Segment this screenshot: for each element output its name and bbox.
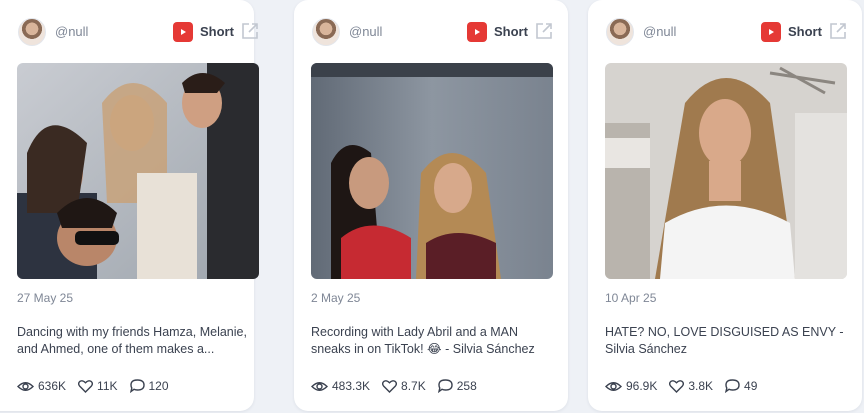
video-caption: HATE? NO, LOVE DISGUISED AS ENVY - Silvi…: [605, 325, 844, 356]
views-count: 636K: [38, 379, 67, 393]
card-header: @null Short: [294, 18, 568, 48]
youtube-icon: [467, 22, 487, 42]
likes-count: 8.7K: [401, 379, 426, 393]
video-card[interactable]: @null Short 2 May 25 Recording with Lady…: [294, 0, 568, 411]
stats-row: 96.9K 3.8K 49: [605, 377, 769, 395]
external-link-icon[interactable]: [534, 21, 554, 41]
video-thumbnail[interactable]: [311, 63, 553, 279]
likes-stat: 11K: [78, 379, 118, 393]
post-date: 10 Apr 25: [605, 291, 657, 305]
likes-count: 3.8K: [688, 379, 714, 393]
views-stat: 96.9K: [605, 379, 657, 393]
stats-row: 483.3K 8.7K 258: [311, 377, 489, 395]
avatar[interactable]: [312, 18, 340, 46]
views-stat: 636K: [17, 379, 66, 393]
video-card[interactable]: @null Short 27 May 25 Dancing with my fr…: [0, 0, 259, 411]
comments-count: 258: [456, 379, 477, 393]
platform-label: Short: [200, 24, 234, 39]
avatar[interactable]: [606, 18, 634, 46]
comment-icon: [725, 379, 740, 393]
external-link-icon[interactable]: [240, 21, 260, 41]
comments-count: 120: [148, 379, 169, 393]
heart-icon: [669, 379, 685, 393]
comments-count: 49: [744, 379, 758, 393]
heart-icon: [78, 379, 94, 393]
views-stat: 483.3K: [311, 379, 370, 393]
heart-icon: [382, 379, 398, 393]
eye-icon: [311, 381, 328, 391]
comments-stat: 258: [437, 379, 477, 393]
comments-stat: 49: [725, 379, 757, 393]
creator-handle[interactable]: @null: [55, 24, 88, 39]
eye-icon: [605, 381, 622, 391]
views-count: 483.3K: [332, 379, 371, 393]
video-caption: Recording with Lady Abril and a MAN snea…: [311, 325, 535, 356]
card-header: @null Short: [0, 18, 258, 48]
comment-icon: [437, 379, 453, 393]
youtube-icon: [173, 22, 193, 42]
video-thumbnail[interactable]: [17, 63, 259, 279]
platform-label: Short: [788, 24, 822, 39]
views-count: 96.9K: [626, 379, 658, 393]
video-card[interactable]: @null Short 10 Apr 25 HATE? NO, LOVE DIS…: [588, 0, 862, 411]
post-date: 27 May 25: [17, 291, 74, 305]
stats-row: 636K 11K 120: [17, 377, 181, 395]
creator-handle[interactable]: @null: [349, 24, 382, 39]
avatar[interactable]: [18, 18, 46, 46]
external-link-icon[interactable]: [828, 21, 848, 41]
comment-icon: [129, 379, 145, 393]
likes-stat: 3.8K: [669, 379, 713, 393]
video-caption: Dancing with my friends Hamza, Melanie, …: [17, 325, 247, 356]
likes-count: 11K: [97, 379, 118, 393]
video-thumbnail[interactable]: [605, 63, 847, 279]
comments-stat: 120: [129, 379, 169, 393]
creator-handle[interactable]: @null: [643, 24, 676, 39]
likes-stat: 8.7K: [382, 379, 426, 393]
platform-label: Short: [494, 24, 528, 39]
youtube-icon: [761, 22, 781, 42]
post-date: 2 May 25: [311, 291, 361, 305]
eye-icon: [17, 381, 34, 391]
card-header: @null Short: [588, 18, 862, 48]
